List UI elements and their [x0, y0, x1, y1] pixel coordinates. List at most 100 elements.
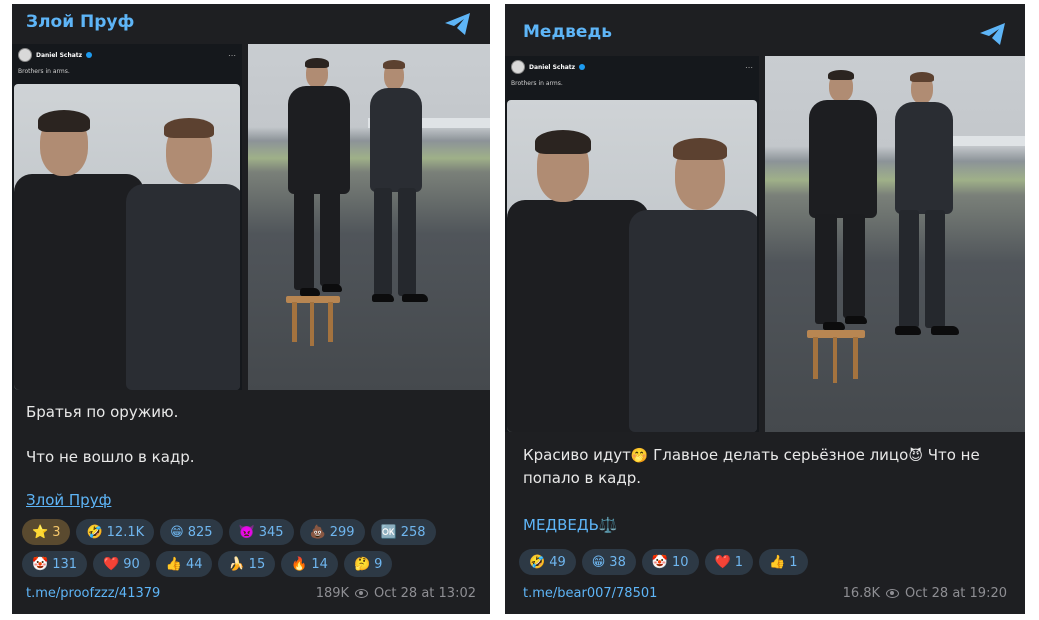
hand-over-mouth-emoji-icon: 🤭	[630, 448, 649, 464]
post-media[interactable]: Daniel Schatz ⋯ Brothers in arms.	[12, 44, 490, 390]
reaction-count: 1	[789, 554, 798, 570]
grin-emoji-icon: 😁	[170, 524, 184, 540]
devil-emoji-icon: 👿	[238, 524, 255, 540]
message-text: Братья по оружию.	[26, 403, 179, 421]
verified-icon	[579, 64, 586, 70]
reaction-chip[interactable]: 🤣 12.1K	[76, 519, 155, 545]
thumbs-up-emoji-icon: 👍	[769, 554, 786, 570]
reaction-chip[interactable]: 😁 38	[581, 549, 636, 575]
reaction-count: 38	[609, 554, 626, 570]
reactions-bar: ⭐ 3 🤣 12.1K 😁 825 👿 345 💩 299 🆗 258 🤡 131 ❤️ 90 👍 44 🍌 15 🔥 1…	[22, 519, 482, 577]
post-link[interactable]: t.me/bear007/78501	[523, 586, 657, 601]
reaction-count: 49	[549, 554, 566, 570]
avatar	[511, 60, 525, 74]
eye-icon	[886, 589, 900, 598]
heart-emoji-icon: ❤️	[714, 554, 731, 570]
more-icon: ⋯	[745, 62, 753, 72]
thumbs-up-emoji-icon: 👍	[165, 556, 182, 572]
signature-text: МЕДВЕДЬ	[523, 516, 599, 534]
channel-name[interactable]: Медведь	[523, 22, 612, 42]
reaction-chip[interactable]: 🤡 10	[641, 549, 699, 575]
reaction-chip[interactable]: 🤔 9	[343, 551, 393, 577]
views-count: 16.8K	[842, 586, 881, 601]
reaction-count: 258	[400, 524, 426, 540]
grin-emoji-icon: 😁	[591, 554, 606, 570]
star-icon: ⭐	[32, 524, 49, 540]
fire-emoji-icon: 🔥	[291, 556, 308, 572]
lol-emoji-icon: 🆗	[380, 524, 397, 540]
reaction-chip[interactable]: 👍 44	[155, 551, 213, 577]
gavel-emoji-icon: ⚖️	[598, 516, 618, 534]
person-figure	[248, 44, 490, 390]
post-media[interactable]: Daniel Schatz ⋯ Brothers in arms.	[505, 56, 1025, 432]
reaction-count: 14	[311, 556, 328, 572]
post-link[interactable]: t.me/proofzzz/41379	[26, 586, 160, 601]
channel-signature-link[interactable]: МЕДВЕДЬ⚖️	[523, 516, 618, 534]
tweet-text: Brothers in arms.	[511, 80, 563, 87]
reaction-chip[interactable]: 💩 299	[299, 519, 365, 545]
channel-signature-link[interactable]: Злой Пруф	[26, 491, 111, 509]
reaction-count: 9	[374, 556, 383, 572]
scene-photo	[765, 56, 1025, 432]
telegram-icon	[980, 23, 1005, 45]
tweet-author: Daniel Schatz	[529, 63, 576, 71]
thinking-emoji-icon: 🤔	[353, 556, 371, 572]
reaction-count: 345	[258, 524, 284, 540]
reaction-chip[interactable]: ⭐ 3	[22, 519, 71, 545]
message-text: Красиво идут🤭 Главное делать серьёзное л…	[523, 444, 1013, 489]
clown-emoji-icon: 🤡	[651, 554, 669, 570]
reaction-count: 825	[187, 524, 213, 540]
heart-emoji-icon: ❤️	[103, 556, 120, 572]
reaction-chip[interactable]: 👍 1	[759, 549, 808, 575]
reaction-count: 12.1K	[106, 524, 145, 540]
telegram-post-right: Медведь Daniel Schatz ⋯ Brothers in arms…	[505, 4, 1025, 614]
person-figure	[765, 56, 1025, 432]
reaction-chip[interactable]: 🍌 15	[218, 551, 276, 577]
reaction-count: 10	[672, 554, 689, 570]
reaction-chip[interactable]: ❤️ 90	[93, 551, 150, 577]
reaction-chip[interactable]: 🤡 131	[22, 551, 88, 577]
reaction-chip[interactable]: 🔥 14	[281, 551, 338, 577]
laughing-emoji-icon: 🤣	[529, 554, 546, 570]
tweet-screenshot[interactable]: Daniel Schatz ⋯ Brothers in arms.	[12, 44, 242, 390]
tweet-header: Daniel Schatz ⋯	[12, 44, 242, 66]
poop-emoji-icon: 💩	[309, 524, 326, 540]
reaction-count: 131	[52, 556, 78, 572]
devil-emoji-icon: 😈	[908, 448, 923, 464]
tweet-text: Brothers in arms.	[18, 68, 70, 75]
banana-emoji-icon: 🍌	[228, 556, 245, 572]
scene-photo	[248, 44, 490, 390]
reaction-chip[interactable]: 😁 825	[160, 519, 223, 545]
verified-icon	[86, 52, 93, 58]
post-meta: 16.8K Oct 28 at 19:20	[843, 586, 1007, 601]
post-meta: 189K Oct 28 at 13:02	[316, 586, 476, 601]
clown-emoji-icon: 🤡	[32, 556, 49, 572]
reaction-count: 15	[248, 556, 266, 572]
reaction-count: 299	[329, 524, 355, 540]
reaction-chip[interactable]: 👿 345	[228, 519, 294, 545]
reaction-chip[interactable]: 🤣 49	[519, 549, 576, 575]
post-date: Oct 28 at 19:20	[905, 586, 1007, 601]
reaction-chip[interactable]: ❤️ 1	[704, 549, 754, 575]
reaction-count: 1	[734, 554, 744, 570]
tweet-photo	[507, 100, 757, 432]
telegram-icon	[445, 13, 470, 35]
reaction-chip[interactable]: 🆗 258	[370, 519, 436, 545]
laughing-emoji-icon: 🤣	[86, 524, 103, 540]
message-text: Что не вошло в кадр.	[26, 448, 195, 466]
message-part: Красиво идут	[523, 446, 631, 464]
tweet-author: Daniel Schatz	[36, 51, 83, 59]
more-icon: ⋯	[228, 50, 236, 60]
reaction-count: 44	[185, 556, 203, 572]
message-part: Главное делать серьёзное лицо	[648, 446, 909, 464]
person-figure	[507, 100, 757, 432]
channel-name[interactable]: Злой Пруф	[26, 12, 134, 32]
eye-icon	[355, 589, 369, 598]
avatar	[18, 48, 32, 62]
telegram-post-left: Злой Пруф Daniel Schatz ⋯ Brothers in ar…	[12, 4, 490, 614]
tweet-screenshot[interactable]: Daniel Schatz ⋯ Brothers in arms.	[505, 56, 759, 432]
reaction-count: 90	[123, 556, 140, 572]
views-count: 189K	[315, 586, 350, 601]
reaction-count: 3	[52, 524, 61, 540]
person-figure	[14, 84, 240, 390]
